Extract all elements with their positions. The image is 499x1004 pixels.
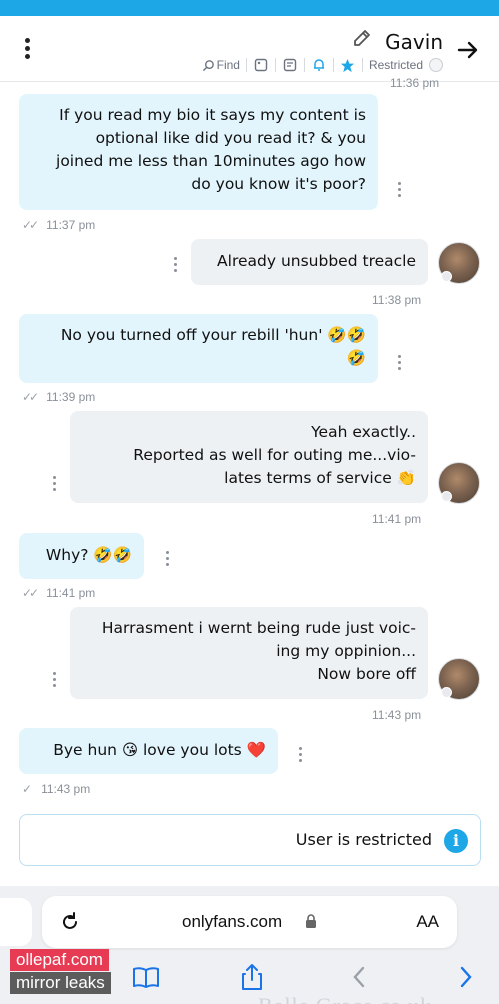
- online-status-icon: [441, 491, 452, 502]
- divider: [274, 58, 276, 72]
- reload-icon[interactable]: [58, 910, 82, 934]
- address-bar[interactable]: onlyfans.com AA: [42, 896, 457, 948]
- message-bubble-outgoing[interactable]: Bye hun 😘 love you lots ❤️: [19, 728, 278, 774]
- message-meta: ✓ 11:43 pm: [22, 782, 90, 796]
- message-time: 11:36 pm: [390, 76, 440, 90]
- text-size-button[interactable]: AA: [416, 912, 439, 932]
- message-time: 11:41 pm: [372, 512, 422, 526]
- lock-icon: [306, 914, 316, 928]
- message-menu-icon[interactable]: [396, 355, 402, 371]
- message-time: 11:43 pm: [372, 708, 422, 722]
- message-menu-icon[interactable]: [51, 672, 57, 688]
- message-bubble-incoming[interactable]: Yeah exactly.. Reported as well for outi…: [70, 411, 428, 503]
- message-bubble-incoming[interactable]: Already unsubbed treacle: [191, 239, 428, 285]
- message-menu-icon[interactable]: [172, 257, 178, 273]
- read-receipt-icon: ✓✓: [22, 586, 39, 600]
- message-meta: ✓✓ 11:39 pm: [22, 390, 95, 404]
- page-bottom-text: Belle Grace ca uk: [258, 993, 432, 1004]
- notes-icon[interactable]: [282, 57, 298, 73]
- search-icon[interactable]: [201, 57, 217, 73]
- restricted-label: Restricted: [368, 58, 423, 72]
- info-icon[interactable]: i: [444, 829, 468, 853]
- message-meta: 11:38 pm: [372, 293, 421, 307]
- edit-icon[interactable]: [350, 26, 374, 50]
- divider: [361, 58, 363, 72]
- message-menu-icon[interactable]: [51, 476, 57, 492]
- avatar[interactable]: [438, 462, 480, 504]
- message-time: 11:43 pm: [41, 782, 91, 796]
- message-time: 11:39 pm: [46, 390, 96, 404]
- message-time: 11:37 pm: [46, 218, 96, 232]
- back-arrow-icon[interactable]: [453, 36, 481, 64]
- share-icon[interactable]: [237, 962, 267, 992]
- message-time: 11:38 pm: [372, 293, 422, 307]
- message-meta: 11:43 pm: [372, 708, 421, 722]
- star-icon[interactable]: [340, 57, 356, 73]
- message-bubble-outgoing[interactable]: No you turned off your rebill 'hun' 🤣🤣 🤣: [19, 314, 378, 383]
- message-menu-icon[interactable]: [297, 747, 303, 763]
- watermark-line-2: mirror leaks: [10, 972, 111, 994]
- gallery-icon[interactable]: [253, 57, 269, 73]
- avatar[interactable]: [438, 242, 480, 284]
- tab-switcher-edge[interactable]: [0, 898, 32, 946]
- contact-name[interactable]: Gavin: [385, 30, 443, 54]
- divider: [303, 58, 305, 72]
- bookmarks-icon[interactable]: [131, 962, 161, 992]
- divider: [332, 58, 334, 72]
- message-menu-icon[interactable]: [164, 551, 170, 567]
- message-menu-icon[interactable]: [396, 182, 402, 198]
- online-status-icon: [441, 687, 452, 698]
- message-bubble-incoming[interactable]: Harrasment i wernt being rude just voic-…: [70, 607, 428, 699]
- restricted-notice-text: User is restricted: [295, 830, 432, 849]
- message-time: 11:41 pm: [46, 586, 96, 600]
- forward-chevron-icon[interactable]: [451, 962, 481, 992]
- header-actions: Find Restricted: [201, 56, 443, 74]
- read-receipt-icon: ✓✓: [22, 218, 39, 232]
- restricted-status-icon: [429, 58, 443, 72]
- chat-header: Gavin Find Restricted: [0, 16, 499, 82]
- message-meta: ✓✓ 11:41 pm: [22, 586, 95, 600]
- url-text[interactable]: onlyfans.com: [182, 912, 282, 932]
- online-status-icon: [441, 271, 452, 282]
- bell-icon[interactable]: [311, 57, 327, 73]
- message-meta: ✓✓ 11:37 pm: [22, 218, 95, 232]
- restricted-notice: User is restricted i: [19, 814, 481, 866]
- find-label[interactable]: Find: [217, 58, 240, 72]
- message-bubble-outgoing[interactable]: If you read my bio it says my content is…: [19, 94, 378, 210]
- message-meta: 11:41 pm: [372, 512, 421, 526]
- status-bar: [0, 0, 499, 16]
- read-receipt-icon: ✓✓: [22, 390, 39, 404]
- read-receipt-icon: ✓: [22, 782, 32, 796]
- divider: [245, 58, 247, 72]
- back-chevron-icon[interactable]: [345, 962, 375, 992]
- more-vert-icon[interactable]: [22, 38, 32, 62]
- message-list: 11:36 pm If you read my bio it says my c…: [0, 76, 499, 810]
- avatar[interactable]: [438, 658, 480, 700]
- watermark-line-1: ollepaf.com: [10, 949, 109, 971]
- message-bubble-outgoing[interactable]: Why? 🤣🤣: [19, 533, 144, 579]
